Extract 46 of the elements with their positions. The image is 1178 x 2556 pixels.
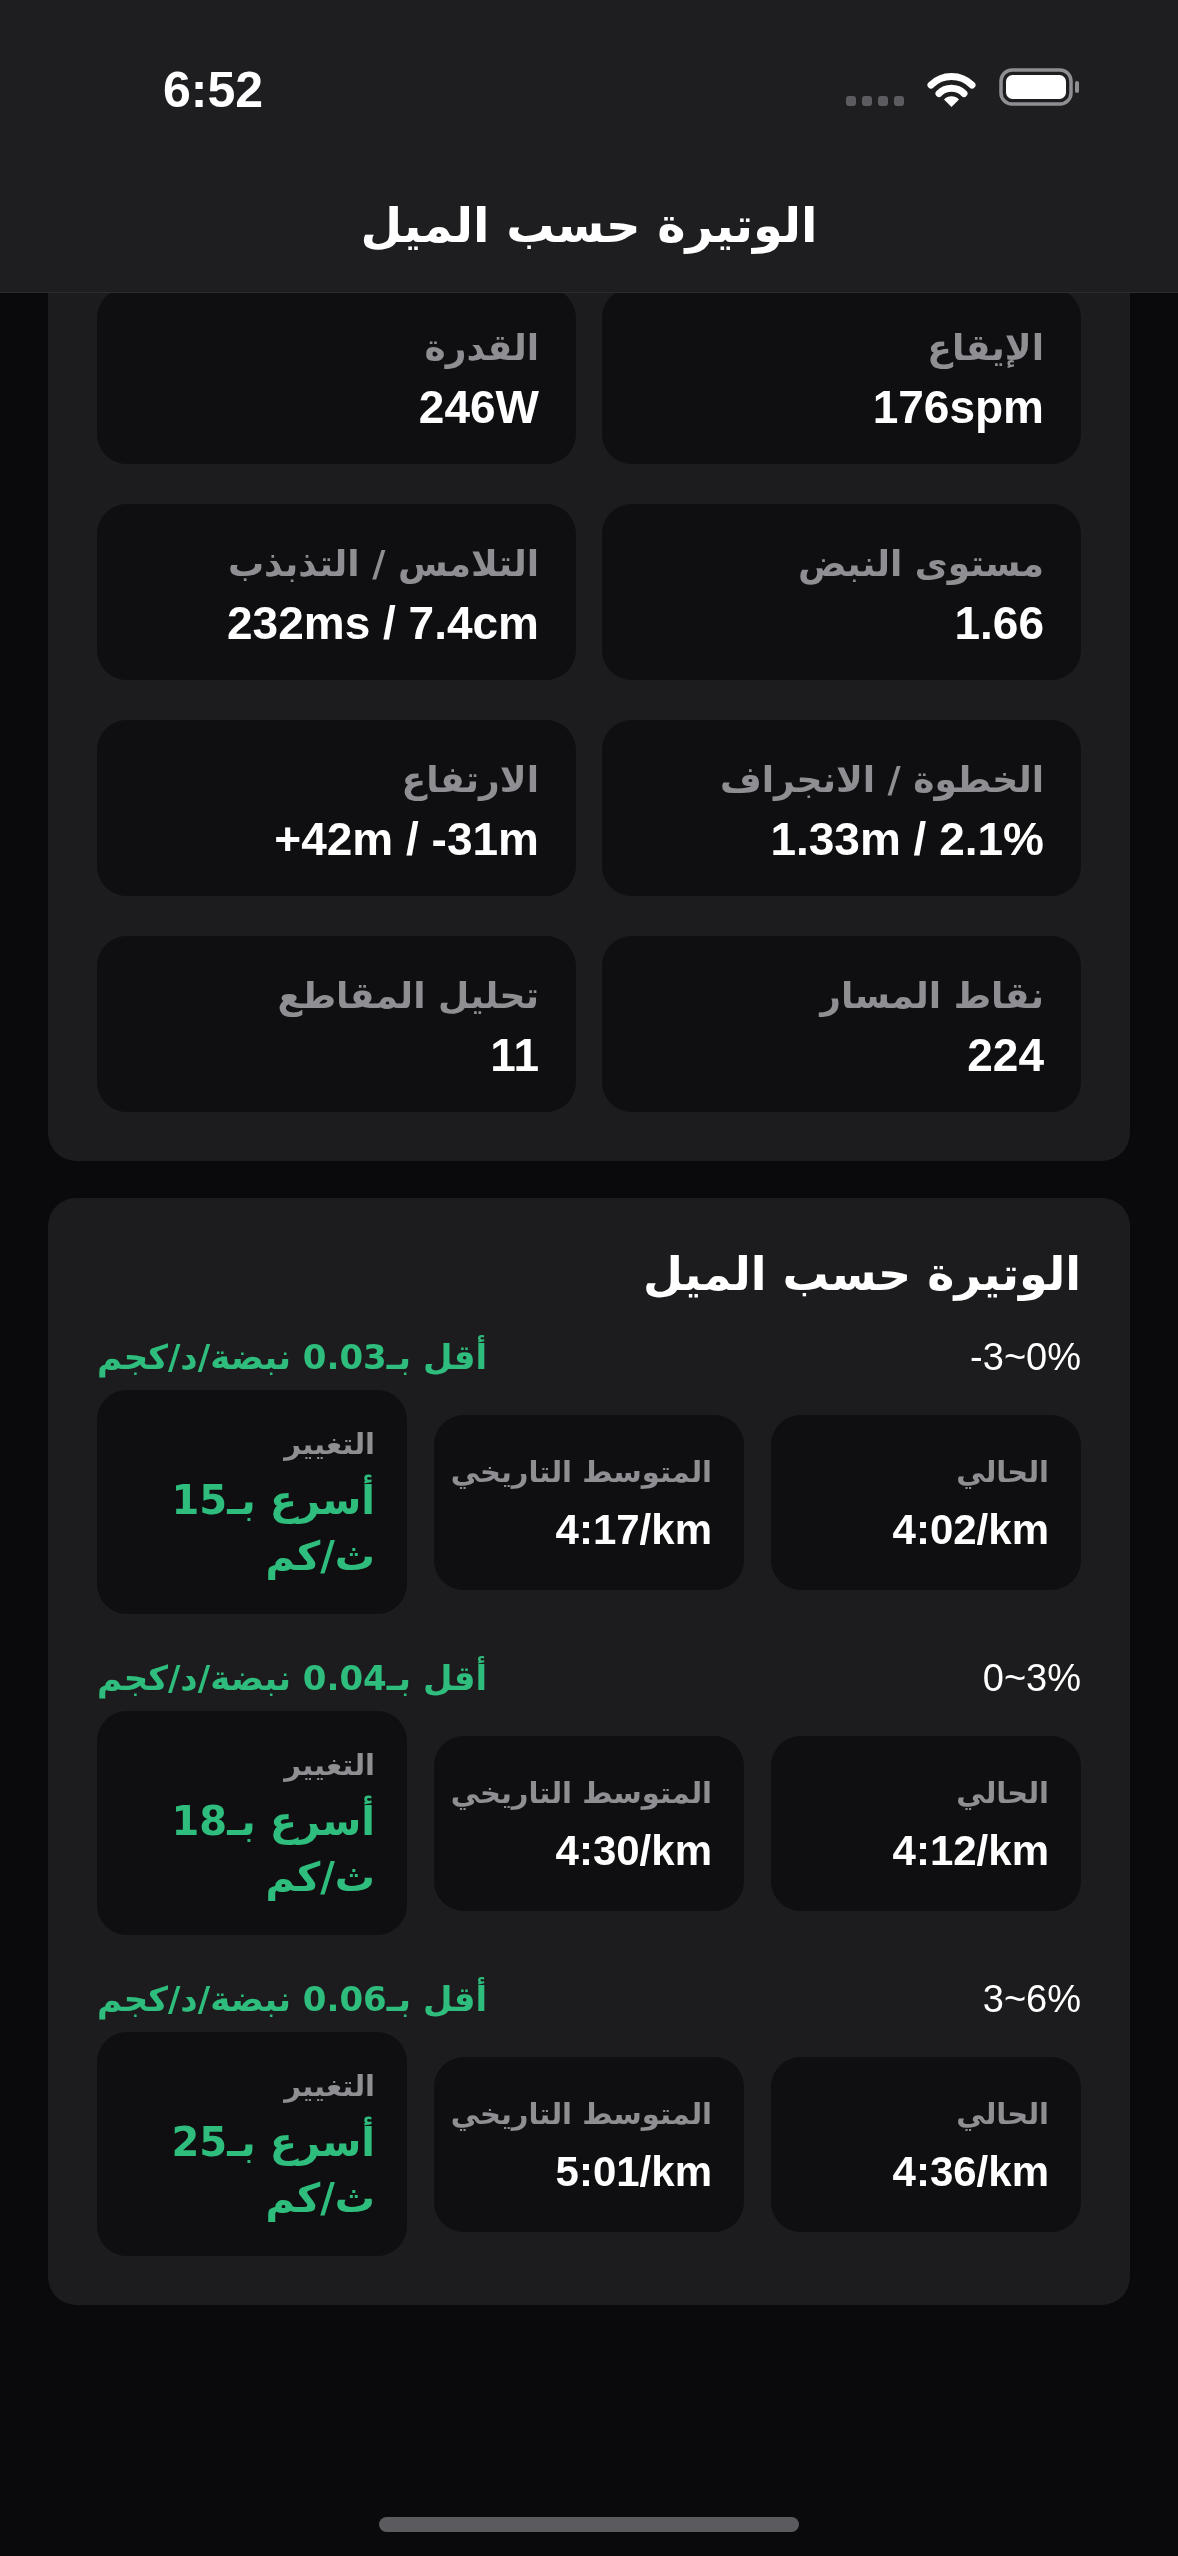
metric-value: 232ms / 7.4cm <box>227 596 539 651</box>
status-time: 6:52 <box>163 61 264 120</box>
pace-change-value: أسرع بـ15 ث/كم <box>139 1472 375 1584</box>
tile-label: الحالي <box>956 2095 1049 2133</box>
tile-label: الحالي <box>956 1453 1049 1491</box>
nav-title: الوتيرة حسب الميل <box>360 196 818 256</box>
tile-label: التغيير <box>284 1747 375 1784</box>
pace-value: 5:01/km <box>555 2146 712 2197</box>
metric-value: +42m / -31m <box>274 812 539 867</box>
metric-label: الإيقاع <box>927 326 1044 371</box>
tile-label: التغيير <box>284 1426 375 1463</box>
pace-value: 4:12/km <box>892 1825 1049 1876</box>
pace-value: 4:36/km <box>892 2146 1049 2197</box>
grade-range: 3~6% <box>982 1977 1081 2022</box>
pace-value: 4:30/km <box>555 1825 712 1876</box>
metric-label: مستوى النبض <box>797 542 1044 587</box>
metric-label: التلامس / التذبذب <box>227 542 539 586</box>
pace-change-value: أسرع بـ25 ث/كم <box>139 2114 375 2226</box>
card-title: الوتيرة حسب الميل <box>642 1246 1081 1303</box>
grade-range: 0~3% <box>982 1656 1081 1701</box>
tile-label: المتوسط التاريخي <box>450 1774 712 1812</box>
metric-label: الارتفاع <box>401 758 539 803</box>
metric-label: نقاط المسار <box>820 974 1044 1019</box>
metric-value: 246W <box>418 380 539 435</box>
signal-icon <box>846 96 904 106</box>
grade-range: -3~0% <box>970 1335 1081 1380</box>
metric-label: القدرة <box>424 326 539 371</box>
metric-value: 176spm <box>872 380 1044 435</box>
heart-rate-note: أقل بـ0.06 نبضة/د/كجم <box>97 1976 488 2022</box>
metric-value: 1.66 <box>954 596 1044 651</box>
pace-value: 4:02/km <box>892 1504 1049 1555</box>
metric-label: الخطوة / الانجراف <box>719 758 1044 803</box>
metric-value: 1.33m / 2.1% <box>770 812 1044 867</box>
pace-value: 4:17/km <box>555 1504 712 1555</box>
pace-change-value: أسرع بـ18 ث/كم <box>139 1793 375 1905</box>
heart-rate-note: أقل بـ0.04 نبضة/د/كجم <box>97 1655 488 1701</box>
metric-label: تحليل المقاطع <box>277 974 539 1019</box>
battery-icon <box>999 68 1081 106</box>
tile-label: التغيير <box>284 2068 375 2105</box>
metric-value: 224 <box>967 1028 1044 1083</box>
tile-label: الحالي <box>956 1774 1049 1812</box>
tile-label: المتوسط التاريخي <box>450 2095 712 2133</box>
metric-value: 11 <box>490 1028 539 1083</box>
heart-rate-note: أقل بـ0.03 نبضة/د/كجم <box>97 1334 488 1380</box>
tile-label: المتوسط التاريخي <box>450 1453 712 1491</box>
wifi-icon <box>926 70 977 107</box>
